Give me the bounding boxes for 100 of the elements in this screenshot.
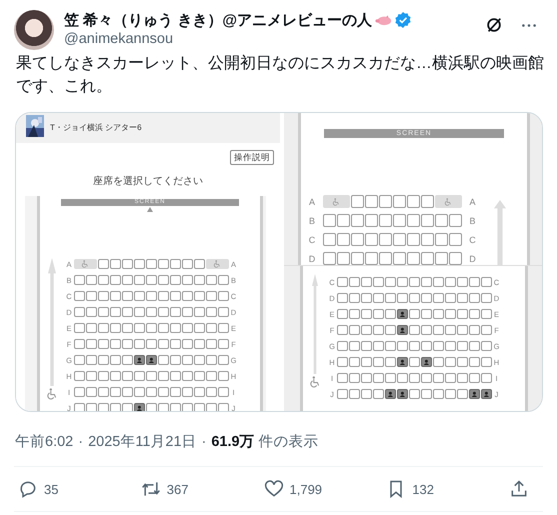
empty-seat[interactable]: [421, 233, 434, 246]
empty-seat[interactable]: [206, 274, 216, 286]
empty-seat[interactable]: [365, 214, 378, 227]
empty-seat[interactable]: [86, 370, 96, 382]
empty-seat[interactable]: [182, 306, 192, 318]
empty-seat[interactable]: [122, 258, 132, 270]
empty-seat[interactable]: [158, 306, 168, 318]
wheelchair-seat[interactable]: [323, 195, 350, 208]
empty-seat[interactable]: [194, 258, 204, 270]
empty-seat[interactable]: [351, 252, 364, 265]
empty-seat[interactable]: [122, 370, 132, 382]
empty-seat[interactable]: [449, 252, 462, 265]
empty-seat[interactable]: [337, 252, 350, 265]
empty-seat[interactable]: [218, 306, 228, 318]
empty-seat[interactable]: [134, 370, 144, 382]
empty-seat[interactable]: [134, 338, 144, 350]
empty-seat[interactable]: [433, 324, 444, 336]
empty-seat[interactable]: [481, 292, 492, 304]
wheelchair-seat[interactable]: [206, 258, 228, 270]
empty-seat[interactable]: [385, 308, 396, 320]
empty-seat[interactable]: [361, 356, 372, 368]
empty-seat[interactable]: [158, 322, 168, 334]
empty-seat[interactable]: [122, 274, 132, 286]
empty-seat[interactable]: [146, 322, 156, 334]
empty-seat[interactable]: [170, 290, 180, 302]
empty-seat[interactable]: [74, 306, 84, 318]
empty-seat[interactable]: [397, 340, 408, 352]
empty-seat[interactable]: [385, 340, 396, 352]
empty-seat[interactable]: [194, 370, 204, 382]
empty-seat[interactable]: [122, 322, 132, 334]
empty-seat[interactable]: [469, 356, 480, 368]
empty-seat[interactable]: [379, 252, 392, 265]
wheelchair-seat[interactable]: [435, 195, 462, 208]
empty-seat[interactable]: [74, 338, 84, 350]
empty-seat[interactable]: [182, 322, 192, 334]
empty-seat[interactable]: [170, 354, 180, 366]
empty-seat[interactable]: [98, 354, 108, 366]
empty-seat[interactable]: [146, 306, 156, 318]
empty-seat[interactable]: [170, 370, 180, 382]
empty-seat[interactable]: [433, 276, 444, 288]
empty-seat[interactable]: [182, 386, 192, 398]
empty-seat[interactable]: [435, 214, 448, 227]
empty-seat[interactable]: [122, 306, 132, 318]
empty-seat[interactable]: [385, 324, 396, 336]
empty-seat[interactable]: [110, 338, 120, 350]
empty-seat[interactable]: [421, 308, 432, 320]
empty-seat[interactable]: [122, 386, 132, 398]
empty-seat[interactable]: [146, 274, 156, 286]
empty-seat[interactable]: [365, 195, 378, 208]
empty-seat[interactable]: [373, 292, 384, 304]
empty-seat[interactable]: [435, 233, 448, 246]
empty-seat[interactable]: [373, 324, 384, 336]
empty-seat[interactable]: [349, 324, 360, 336]
empty-seat[interactable]: [349, 276, 360, 288]
empty-seat[interactable]: [349, 308, 360, 320]
empty-seat[interactable]: [409, 308, 420, 320]
empty-seat[interactable]: [158, 354, 168, 366]
empty-seat[interactable]: [407, 195, 420, 208]
empty-seat[interactable]: [469, 340, 480, 352]
empty-seat[interactable]: [409, 292, 420, 304]
empty-seat[interactable]: [110, 370, 120, 382]
empty-seat[interactable]: [146, 290, 156, 302]
empty-seat[interactable]: [337, 292, 348, 304]
empty-seat[interactable]: [218, 338, 228, 350]
empty-seat[interactable]: [134, 290, 144, 302]
empty-seat[interactable]: [122, 354, 132, 366]
empty-seat[interactable]: [349, 340, 360, 352]
empty-seat[interactable]: [407, 214, 420, 227]
empty-seat[interactable]: [337, 324, 348, 336]
empty-seat[interactable]: [421, 276, 432, 288]
empty-seat[interactable]: [134, 274, 144, 286]
empty-seat[interactable]: [409, 356, 420, 368]
empty-seat[interactable]: [86, 322, 96, 334]
empty-seat[interactable]: [206, 370, 216, 382]
empty-seat[interactable]: [409, 388, 420, 400]
empty-seat[interactable]: [323, 252, 336, 265]
empty-seat[interactable]: [194, 354, 204, 366]
share-icon[interactable]: [509, 479, 529, 499]
empty-seat[interactable]: [433, 372, 444, 384]
empty-seat[interactable]: [74, 386, 84, 398]
empty-seat[interactable]: [481, 372, 492, 384]
empty-seat[interactable]: [337, 276, 348, 288]
empty-seat[interactable]: [349, 388, 360, 400]
empty-seat[interactable]: [98, 386, 108, 398]
empty-seat[interactable]: [218, 386, 228, 398]
empty-seat[interactable]: [361, 340, 372, 352]
empty-seat[interactable]: [361, 276, 372, 288]
empty-seat[interactable]: [194, 322, 204, 334]
empty-seat[interactable]: [481, 340, 492, 352]
empty-seat[interactable]: [86, 290, 96, 302]
empty-seat[interactable]: [158, 274, 168, 286]
empty-seat[interactable]: [182, 290, 192, 302]
empty-seat[interactable]: [397, 372, 408, 384]
empty-seat[interactable]: [170, 274, 180, 286]
empty-seat[interactable]: [481, 324, 492, 336]
empty-seat[interactable]: [182, 338, 192, 350]
empty-seat[interactable]: [98, 370, 108, 382]
empty-seat[interactable]: [393, 252, 406, 265]
empty-seat[interactable]: [134, 386, 144, 398]
empty-seat[interactable]: [445, 356, 456, 368]
